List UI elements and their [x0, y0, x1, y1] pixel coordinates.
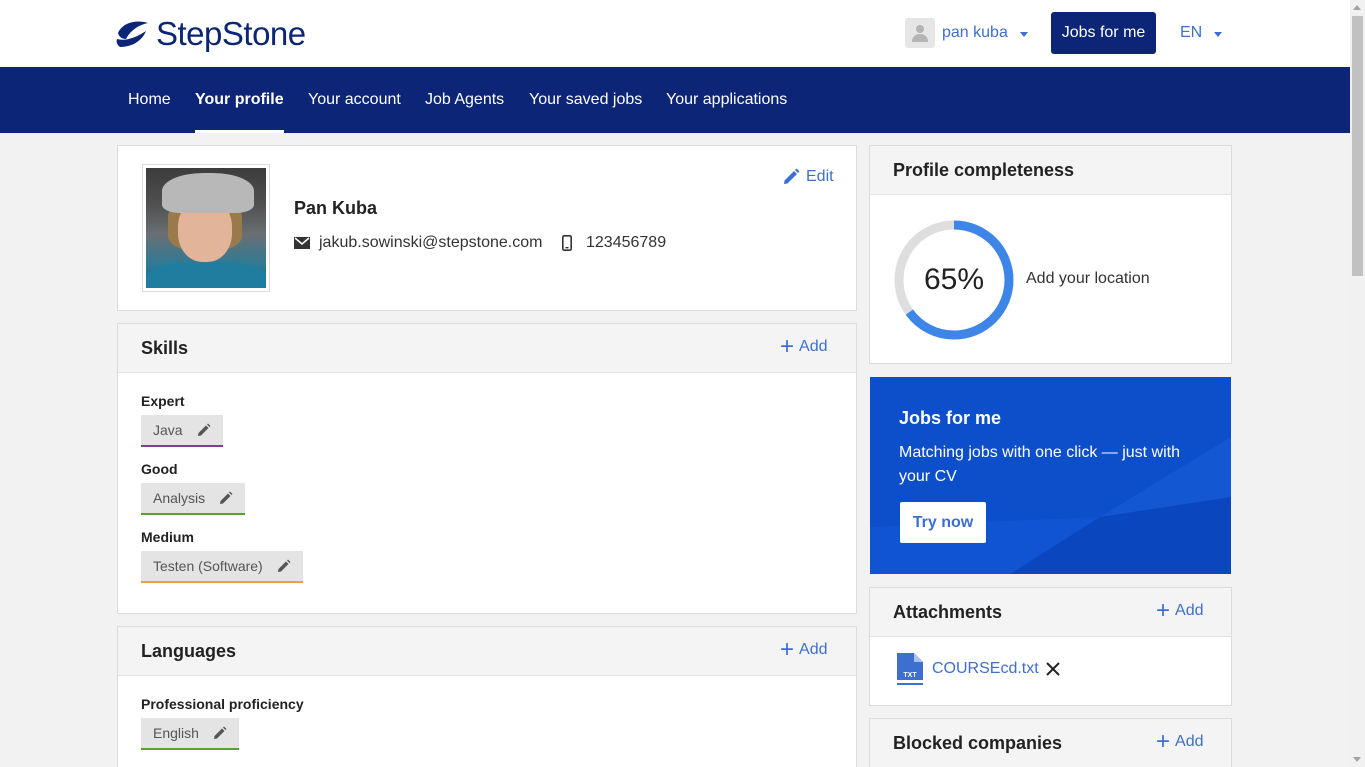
- user-menu[interactable]: pan kuba: [905, 17, 1028, 49]
- pencil-icon: [197, 423, 211, 436]
- completeness-ring: 65%: [892, 218, 1016, 342]
- skill-name: Testen (Software): [153, 558, 263, 574]
- avatar: [905, 18, 935, 48]
- attachments-header: Attachments + Add: [870, 588, 1231, 637]
- completeness-hint[interactable]: Add your location: [1026, 270, 1150, 288]
- profile-phone: 123456789: [562, 234, 666, 252]
- profile-card: Pan Kuba jakub.sowinski@stepstone.com 12…: [117, 145, 857, 311]
- add-label: Add: [799, 338, 828, 355]
- skill-level-label: Good: [141, 461, 178, 477]
- edit-label: Edit: [806, 168, 834, 185]
- languages-card: Languages + Add Professional proficiency…: [117, 626, 857, 767]
- language-tag[interactable]: English: [141, 718, 239, 750]
- blocked-header: Blocked companies + Add: [870, 719, 1231, 767]
- languages-header: Languages + Add: [118, 627, 856, 676]
- profile-name: Pan Kuba: [294, 198, 378, 218]
- jobs-for-me-promo: Jobs for me Matching jobs with one click…: [870, 377, 1231, 574]
- skills-card: Skills + Add Expert Java Good Analysis M…: [117, 323, 857, 614]
- user-name: pan kuba: [942, 24, 1008, 41]
- language-label: EN: [1180, 24, 1203, 41]
- skill-name: Java: [153, 422, 183, 438]
- main-nav: Home Your profile Your account Job Agent…: [0, 67, 1350, 133]
- txt-file-icon: TXT: [897, 653, 923, 685]
- add-language-button[interactable]: + Add: [780, 636, 828, 663]
- jobs-for-me-button[interactable]: Jobs for me: [1051, 12, 1156, 54]
- attachment-link[interactable]: COURSEcd.txt: [932, 660, 1039, 678]
- skill-level-label: Expert: [141, 393, 185, 409]
- pencil-icon: [784, 168, 800, 184]
- skill-name: Analysis: [153, 490, 206, 506]
- email-text: jakub.sowinski@stepstone.com: [319, 234, 543, 251]
- plus-icon: +: [1156, 597, 1171, 624]
- envelope-icon: [294, 237, 310, 249]
- plus-icon: +: [1156, 728, 1171, 755]
- stepstone-logo[interactable]: StepStone: [116, 16, 306, 52]
- scroll-up-icon[interactable]: [1353, 5, 1361, 10]
- phone-icon: [562, 235, 572, 251]
- chevron-down-icon: [1214, 31, 1223, 37]
- skills-header: Skills + Add: [118, 324, 856, 373]
- profile-photo: [142, 164, 270, 292]
- add-skill-button[interactable]: + Add: [780, 333, 828, 360]
- blocked-title: Blocked companies: [893, 733, 1063, 753]
- svg-text:TXT: TXT: [903, 672, 917, 679]
- nav-your-account[interactable]: Your account: [308, 67, 401, 133]
- pencil-icon: [220, 491, 233, 504]
- nav-job-agents[interactable]: Job Agents: [425, 67, 504, 133]
- attachment-item: TXT COURSEcd.txt: [896, 652, 1061, 686]
- completeness-title: Profile completeness: [893, 160, 1075, 180]
- languages-title: Languages: [141, 641, 237, 661]
- blocked-companies-card: Blocked companies + Add: [869, 718, 1232, 767]
- plus-icon: +: [780, 636, 795, 663]
- nav-your-profile[interactable]: Your profile: [195, 67, 284, 133]
- page-scrollbar[interactable]: [1350, 0, 1365, 767]
- close-icon[interactable]: [1045, 661, 1061, 677]
- add-label: Add: [1175, 602, 1204, 619]
- nav-saved-jobs[interactable]: Your saved jobs: [529, 67, 642, 133]
- add-label: Add: [1175, 733, 1204, 750]
- skills-title: Skills: [141, 338, 189, 358]
- promo-text: Matching jobs with one click — just with…: [899, 444, 1180, 485]
- plus-icon: +: [780, 333, 795, 360]
- add-attachment-button[interactable]: + Add: [1156, 597, 1204, 624]
- skill-tag[interactable]: Testen (Software): [141, 551, 303, 583]
- scroll-thumb[interactable]: [1352, 16, 1363, 276]
- user-icon: [912, 25, 928, 42]
- completeness-percent: 65%: [923, 263, 985, 296]
- completeness-header: Profile completeness: [870, 146, 1231, 195]
- phone-text: 123456789: [586, 234, 667, 251]
- skill-tag[interactable]: Analysis: [141, 483, 246, 515]
- edit-profile-button[interactable]: Edit: [782, 168, 834, 186]
- attachments-title: Attachments: [893, 602, 1003, 622]
- promo-title: Jobs for me: [899, 408, 1002, 428]
- chevron-down-icon: [1019, 31, 1028, 37]
- scroll-down-icon[interactable]: [1353, 757, 1361, 762]
- skill-level-label: Medium: [141, 529, 194, 545]
- pencil-icon: [213, 726, 227, 739]
- attachments-card: Attachments + Add TXT COURSEcd.txt: [869, 587, 1232, 706]
- top-header: StepStone pan kuba Jobs for me EN: [0, 0, 1350, 67]
- logo-text: StepStone: [156, 15, 306, 52]
- pencil-icon: [277, 559, 291, 572]
- stepstone-logo-mark: [116, 21, 148, 47]
- nav-home[interactable]: Home: [128, 67, 171, 133]
- nav-applications[interactable]: Your applications: [666, 67, 787, 133]
- profile-email: jakub.sowinski@stepstone.com: [294, 234, 542, 252]
- add-blocked-company-button[interactable]: + Add: [1156, 728, 1204, 755]
- completeness-card: Profile completeness 65% Add your locati…: [869, 145, 1232, 364]
- skill-tag[interactable]: Java: [141, 415, 223, 447]
- language-name: English: [153, 725, 199, 741]
- add-label: Add: [799, 641, 828, 658]
- language-selector[interactable]: EN: [1180, 17, 1223, 49]
- language-level-label: Professional proficiency: [141, 696, 304, 712]
- try-now-button[interactable]: Try now: [900, 502, 986, 543]
